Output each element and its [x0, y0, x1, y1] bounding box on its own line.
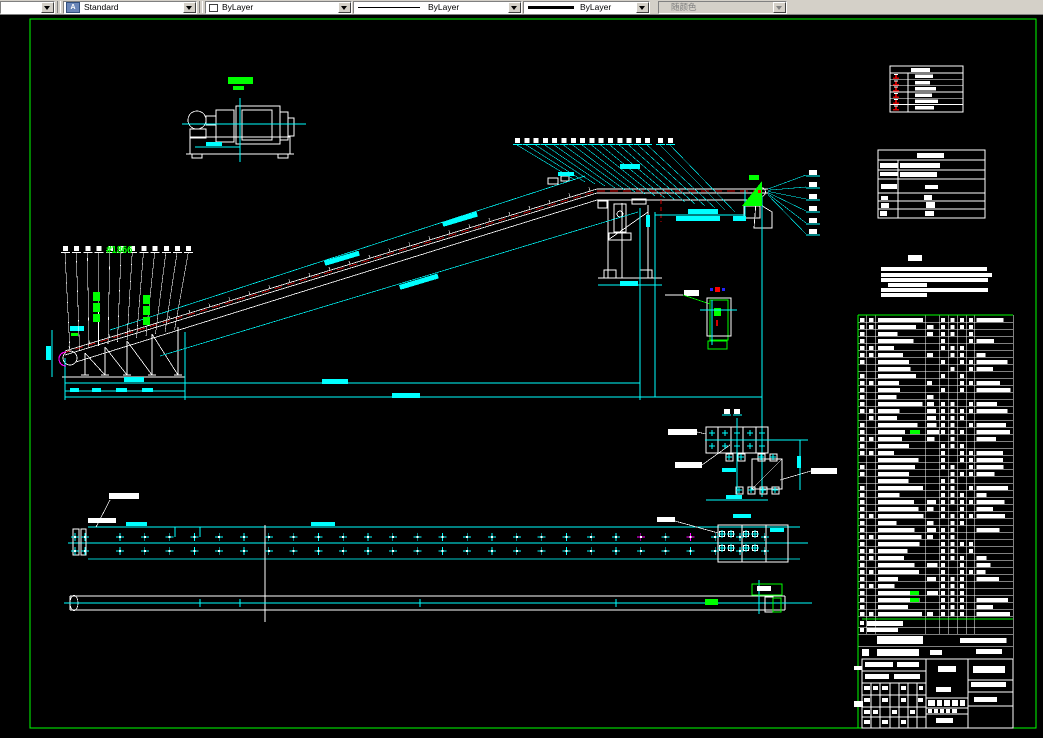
chevron-down-icon[interactable]	[508, 2, 521, 13]
color-swatch-icon	[209, 4, 218, 12]
lineweight-preview-icon	[528, 6, 574, 9]
color-value: ByLayer	[222, 2, 253, 12]
linetype-value: ByLayer	[428, 2, 459, 12]
grip[interactable]	[710, 288, 713, 291]
chevron-down-icon[interactable]	[183, 2, 196, 13]
linetype-preview-icon	[358, 7, 420, 8]
drawing-canvas[interactable]: #1866	[0, 0, 1043, 733]
lineweight-control-combo[interactable]: ByLayer	[523, 1, 650, 14]
chevron-down-icon	[773, 2, 786, 13]
text-style-value: Standard	[84, 2, 119, 12]
text-style-combo[interactable]: A Standard	[63, 1, 197, 14]
chevron-down-icon[interactable]	[41, 2, 54, 13]
toolbar-separator	[199, 1, 203, 13]
lineweight-value: ByLayer	[580, 2, 611, 12]
toolbar-separator	[57, 1, 61, 13]
selected-grip[interactable]	[715, 287, 720, 292]
plotstyle-value: 随颜色	[671, 2, 697, 12]
plotstyle-control-combo: 随颜色	[658, 1, 787, 14]
layer-combo-partial[interactable]	[0, 1, 55, 14]
drive-unit-label-highlight	[228, 77, 253, 84]
cad-viewport[interactable]: #1866	[0, 0, 1043, 733]
toolbar: A Standard ByLayer ByLayer ByLayer 随颜色	[0, 0, 1043, 15]
station-annotation: #1866	[106, 245, 133, 256]
linetype-control-combo[interactable]: ByLayer	[353, 1, 522, 14]
hover-grip	[758, 190, 761, 193]
grip[interactable]	[722, 288, 725, 291]
chevron-down-icon[interactable]	[338, 2, 351, 13]
text-style-icon: A	[66, 2, 80, 13]
color-control-combo[interactable]: ByLayer	[205, 1, 352, 14]
chevron-down-icon[interactable]	[636, 2, 649, 13]
